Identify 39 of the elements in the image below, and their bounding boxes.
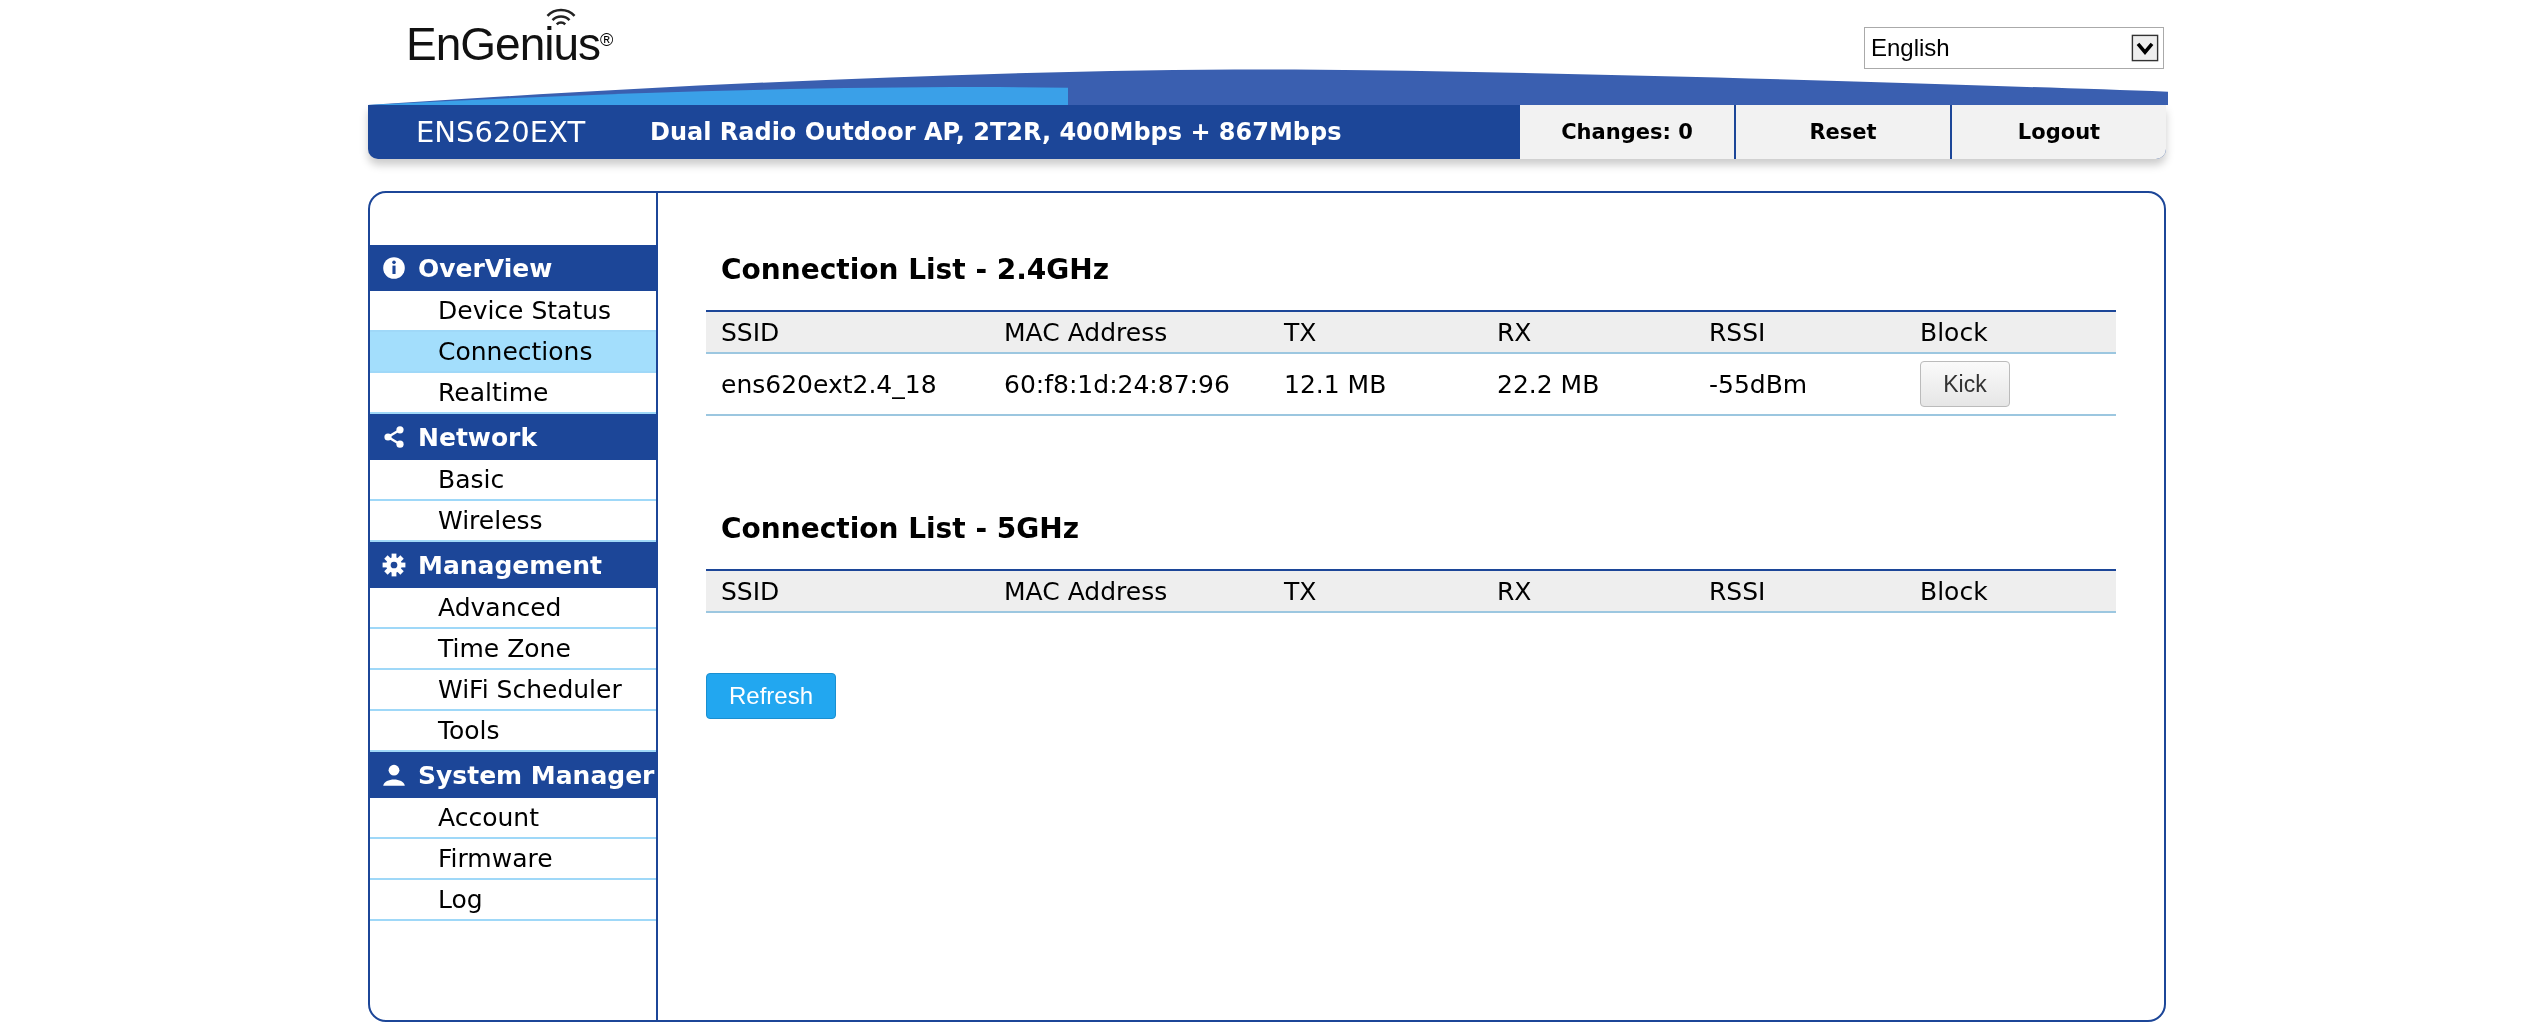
model-name: ENS620EXT (415, 115, 587, 149)
sidebar-item[interactable]: Advanced (370, 588, 656, 629)
column-header: SSID (706, 311, 989, 353)
section-title: Connection List - 2.4GHz (720, 253, 1111, 286)
sidebar-item[interactable]: Firmware (370, 839, 656, 880)
sidebar-item[interactable]: Log (370, 880, 656, 921)
sidebar-section-header: OverView (370, 245, 656, 291)
section-title: Connection List - 5GHz (720, 512, 1080, 545)
tagline: Dual Radio Outdoor AP, 2T2R, 400Mbps + 867Mbps (650, 118, 1343, 146)
sidebar-item[interactable]: WiFi Scheduler (370, 670, 656, 711)
sidebar-section-header: Network (370, 414, 656, 460)
sidebar-item[interactable]: Time Zone (370, 629, 656, 670)
table-cell: ens620ext2.4_18 (706, 353, 989, 415)
column-header: MAC Address (989, 570, 1269, 612)
column-header: SSID (706, 570, 989, 612)
language-select[interactable]: English (1864, 27, 2164, 69)
column-header: TX (1269, 311, 1482, 353)
sidebar-item[interactable]: Basic (370, 460, 656, 501)
column-header: RSSI (1694, 311, 1905, 353)
column-header: Block (1905, 570, 2116, 612)
table-cell: 12.1 MB (1269, 353, 1482, 415)
column-header: RSSI (1694, 570, 1905, 612)
column-header: TX (1269, 570, 1482, 612)
column-header: RX (1482, 570, 1694, 612)
sidebar-item[interactable]: Connections (370, 332, 656, 373)
header-button[interactable]: Logout (1950, 105, 2166, 159)
column-header: MAC Address (989, 311, 1269, 353)
kick-button[interactable]: Kick (1920, 361, 2010, 407)
table-cell: -55dBm (1694, 353, 1905, 415)
table-cell: 60:f8:1d:24:87:96 (989, 353, 1269, 415)
header-button[interactable]: Changes: 0 (1518, 105, 1734, 159)
header-button[interactable]: Reset (1734, 105, 1950, 159)
sidebar-item[interactable]: Account (370, 798, 656, 839)
sidebar-section-header: System Manager (370, 752, 656, 798)
table-cell: 22.2 MB (1482, 353, 1694, 415)
column-header: Block (1905, 311, 2116, 353)
sidebar-section-header: Management (370, 542, 656, 588)
column-header: RX (1482, 311, 1694, 353)
brand-logo: EnGenius$^{®}$ (406, 22, 614, 66)
